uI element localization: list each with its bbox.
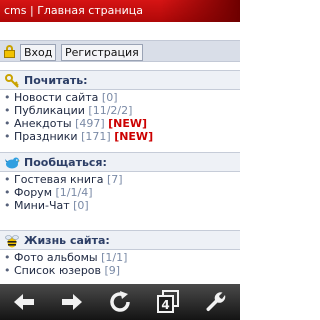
list-item[interactable]: • Список юзеров [9] [4, 264, 240, 277]
list-item[interactable]: • Форум [1/1/4] [4, 186, 240, 199]
item-count: [171] [81, 130, 111, 143]
list-item[interactable]: • Фото альбомы [1/1] [4, 251, 240, 264]
reload-icon [110, 291, 130, 312]
item-label[interactable]: Фото альбомы [14, 251, 98, 264]
item-label[interactable]: Форум [14, 186, 52, 199]
wrench-icon [206, 292, 226, 312]
title-bar: cms | Главная страница [0, 0, 240, 22]
auth-bar: Вход Регистрация [0, 40, 240, 62]
bee-icon [5, 234, 19, 251]
list-item[interactable]: • Праздники [171] [NEW] [4, 130, 240, 143]
item-count: [1/1/4] [55, 186, 93, 199]
list-item[interactable]: • Публикации [11/2/2] [4, 104, 240, 117]
list-item[interactable]: • Анекдоты [497] [NEW] [4, 117, 240, 130]
section-title: Почитать: [24, 74, 88, 87]
forward-arrow-icon [62, 294, 82, 310]
item-label[interactable]: Новости сайта [14, 91, 98, 104]
section-title: Жизнь сайта: [24, 234, 110, 247]
item-count: [0] [101, 91, 118, 104]
tabs-count: 4 [161, 298, 169, 312]
section-header: Жизнь сайта: [0, 230, 240, 250]
back-arrow-icon [14, 294, 34, 310]
item-label[interactable]: Публикации [14, 104, 85, 117]
bird-icon [5, 156, 20, 173]
item-count: [9] [104, 264, 121, 277]
section-title: Пообщаться: [24, 156, 107, 169]
section-communicate: Пообщаться: • Гостевая книга [7] • Форум… [0, 152, 240, 214]
section-header: Почитать: [0, 70, 240, 90]
list-item[interactable]: • Гостевая книга [7] [4, 173, 240, 186]
tabs-button[interactable]: 4 [144, 284, 192, 320]
reload-button[interactable] [96, 284, 144, 320]
section-read: Почитать: • Новости сайта [0] • Публикац… [0, 70, 240, 145]
list-item[interactable]: • Новости сайта [0] [4, 91, 240, 104]
item-label[interactable]: Мини-Чат [14, 199, 70, 212]
login-button[interactable]: Вход [20, 44, 57, 61]
item-count: [7] [107, 173, 123, 186]
page-title: cms | Главная страница [4, 4, 143, 17]
menu-button[interactable] [192, 284, 240, 320]
item-label[interactable]: Список юзеров [14, 264, 101, 277]
section-site-life: Жизнь сайта: • Фото альбомы [1/1] • Спис… [0, 230, 240, 279]
title-fade [160, 0, 240, 22]
register-button[interactable]: Регистрация [61, 44, 143, 61]
item-count: [1/1] [101, 251, 128, 264]
item-count: [497] [75, 117, 105, 130]
lock-icon [4, 45, 15, 58]
tabs-icon: 4 [157, 290, 179, 313]
new-badge: [NEW] [108, 117, 148, 130]
item-count: [11/2/2] [88, 104, 133, 117]
key-icon [5, 74, 19, 91]
page-content[interactable]: Вход Регистрация Почитать: • Новости сай… [0, 22, 240, 284]
section-header: Пообщаться: [0, 152, 240, 172]
bottom-toolbar: 4 [0, 284, 240, 320]
new-badge: [NEW] [114, 130, 154, 143]
item-label[interactable]: Анекдоты [14, 117, 72, 130]
back-button[interactable] [0, 284, 48, 320]
forward-button[interactable] [48, 284, 96, 320]
item-label[interactable]: Гостевая книга [14, 173, 104, 186]
list-item[interactable]: • Мини-Чат [0] [4, 199, 240, 212]
item-count: [0] [73, 199, 89, 212]
item-label[interactable]: Праздники [14, 130, 78, 143]
